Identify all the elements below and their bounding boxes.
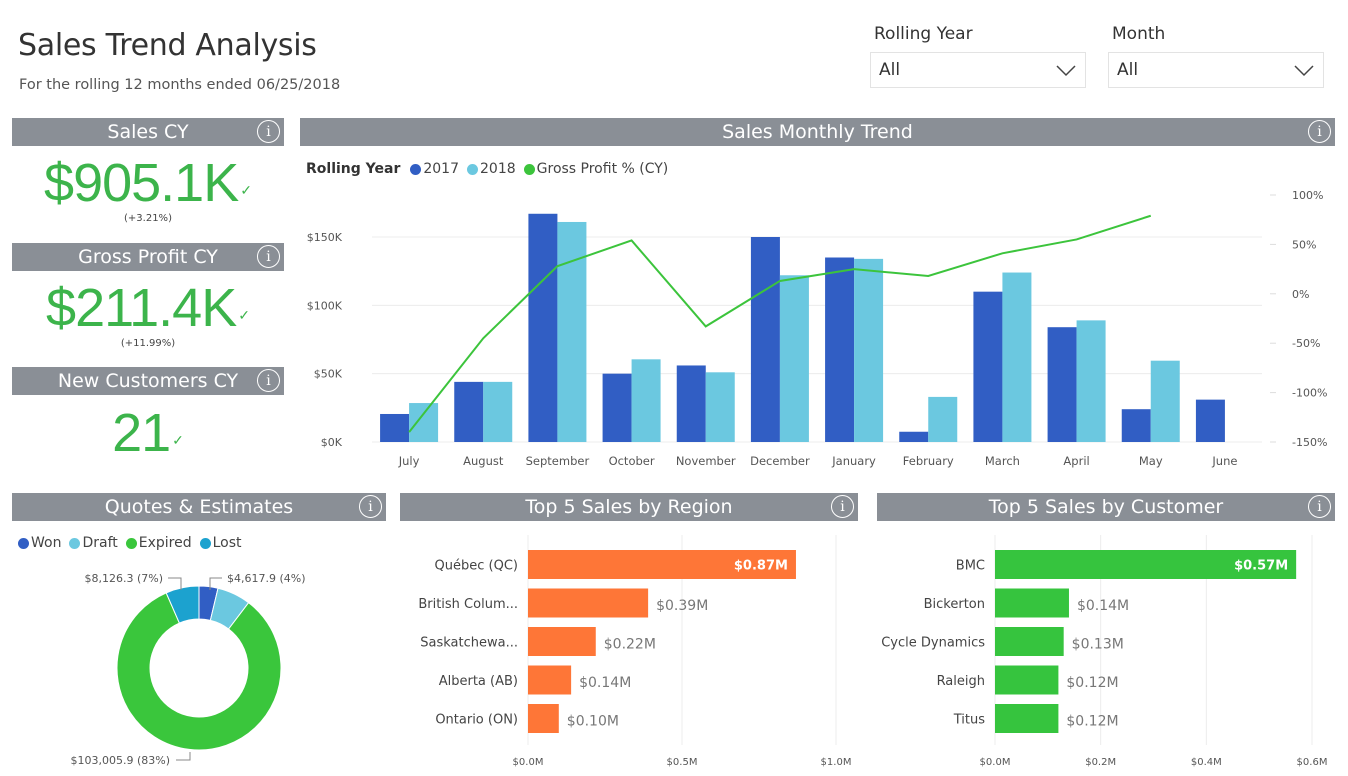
category-label: Raleigh [937,674,985,689]
bar [995,704,1059,733]
data-label: $0.57M [1234,559,1288,574]
x-tick-label: $0.2M [1085,757,1116,768]
bar [995,627,1064,656]
top5-customer-chart: $0.0M $0.2M $0.4M $0.6M BMC $0.57M Bickerton $0… [881,535,1328,768]
data-label: $0.12M [1066,714,1118,730]
x-tick-label: $0.4M [1191,757,1222,768]
category-label: Bickerton [924,597,985,612]
data-label: $0.14M [1077,598,1129,614]
x-tick-label: $0.0M [980,757,1011,768]
category-label: Titus [953,713,985,728]
category-label: Cycle Dynamics [881,636,985,651]
x-tick-label: $0.6M [1297,757,1328,768]
data-label: $0.12M [1066,675,1118,691]
bar [995,665,1059,695]
bar [995,588,1069,618]
category-label: BMC [956,559,985,574]
data-label: $0.13M [1072,637,1124,653]
